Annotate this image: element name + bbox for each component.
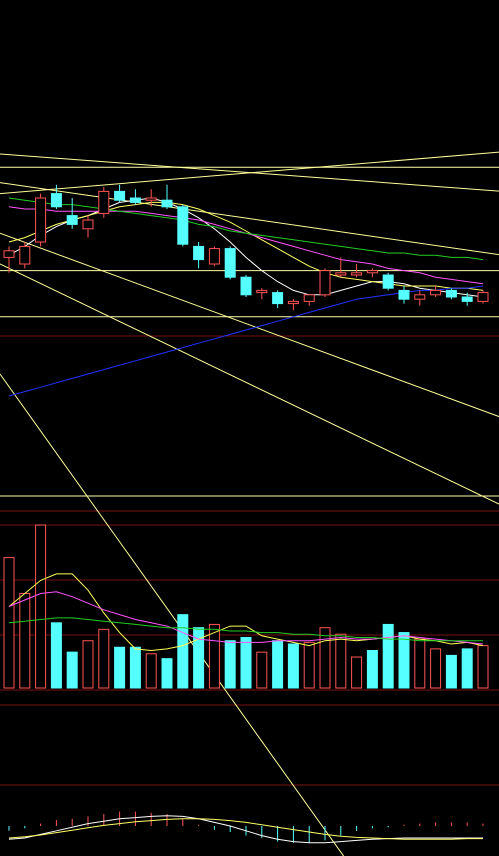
candle <box>129 189 141 205</box>
candle-body <box>129 197 141 203</box>
volume-bar <box>445 654 457 689</box>
volume-bar <box>319 627 331 689</box>
volume-bar <box>82 640 94 689</box>
volume-bar <box>366 650 378 689</box>
trendline-5 <box>0 151 499 195</box>
candle-body <box>240 276 252 296</box>
candle-body <box>303 294 315 302</box>
candle <box>114 184 126 203</box>
volume-bar <box>461 648 473 689</box>
volume-bar <box>161 658 173 689</box>
volume-bar <box>50 622 62 689</box>
candle <box>98 187 110 218</box>
candle-body <box>335 272 347 276</box>
price-ma-line-3 <box>8 197 484 261</box>
candle-body <box>461 296 473 302</box>
candle-body <box>161 199 173 208</box>
candle <box>366 268 378 278</box>
candle <box>430 286 442 297</box>
macd-panel <box>8 811 484 844</box>
stock-chart <box>0 0 499 856</box>
volume-bar <box>98 628 110 689</box>
candle-body <box>477 292 489 302</box>
candle-body <box>145 197 157 201</box>
candle-body <box>382 274 394 289</box>
candle <box>272 290 284 308</box>
volume-bar <box>114 646 126 689</box>
candle <box>3 246 15 273</box>
volume-bar <box>129 646 141 689</box>
candle <box>303 294 315 306</box>
volume-bar <box>240 636 252 689</box>
candle-body <box>256 289 268 294</box>
volume-bar <box>351 656 363 689</box>
volume-bar <box>66 651 78 689</box>
candle-body <box>208 248 220 265</box>
candle-body <box>35 197 47 243</box>
candle <box>66 198 78 229</box>
volume-bar <box>382 623 394 689</box>
candle <box>35 193 47 247</box>
volume-bar <box>224 640 236 689</box>
candle <box>382 272 394 291</box>
candle-body <box>445 289 457 298</box>
candle <box>414 290 426 306</box>
candle-body <box>398 289 410 300</box>
candle <box>82 215 94 238</box>
candle-body <box>224 248 236 278</box>
candle-body <box>66 215 78 225</box>
price-panel <box>0 151 499 856</box>
candle <box>177 204 189 247</box>
volume-bar <box>477 645 489 689</box>
volume-bar <box>303 641 315 689</box>
candle-body <box>193 245 205 261</box>
grid-lines <box>0 335 499 786</box>
candle-body <box>287 300 299 305</box>
candle <box>208 246 220 267</box>
volume-ma-line-1 <box>8 591 484 645</box>
candle-body <box>19 245 31 265</box>
volume-bar <box>193 627 205 689</box>
candle <box>240 275 252 297</box>
candle-body <box>3 250 15 258</box>
volume-panel <box>3 524 489 689</box>
volume-bar <box>177 614 189 689</box>
candle-body <box>177 206 189 245</box>
volume-bar <box>335 633 347 689</box>
candle-body <box>351 272 363 276</box>
volume-bar <box>19 592 31 689</box>
candle-body <box>82 219 94 230</box>
candle-body <box>414 294 426 300</box>
candle-body <box>430 289 442 296</box>
candle <box>161 184 173 209</box>
trendline-3 <box>0 263 499 505</box>
volume-bar <box>272 640 284 689</box>
volume-bar <box>414 638 426 689</box>
candle <box>477 290 489 304</box>
volume-bar <box>145 653 157 689</box>
candle-body <box>50 193 62 208</box>
volume-bar <box>35 524 47 689</box>
trendline-4 <box>0 373 345 856</box>
candle <box>224 246 236 280</box>
candle <box>398 286 410 304</box>
candle <box>193 242 205 269</box>
candle <box>319 268 331 297</box>
candle <box>287 299 299 311</box>
volume-bar <box>256 651 268 689</box>
volume-bar <box>430 648 442 689</box>
candle-body <box>114 190 126 201</box>
candle <box>445 288 457 300</box>
candle-body <box>98 190 110 214</box>
volume-bar <box>287 643 299 689</box>
volume-bar <box>398 632 410 689</box>
candle-body <box>272 292 284 305</box>
candle <box>256 288 268 300</box>
candle-body <box>366 270 378 274</box>
chart-canvas <box>0 151 499 856</box>
candle-body <box>319 270 331 296</box>
candle <box>19 242 31 269</box>
